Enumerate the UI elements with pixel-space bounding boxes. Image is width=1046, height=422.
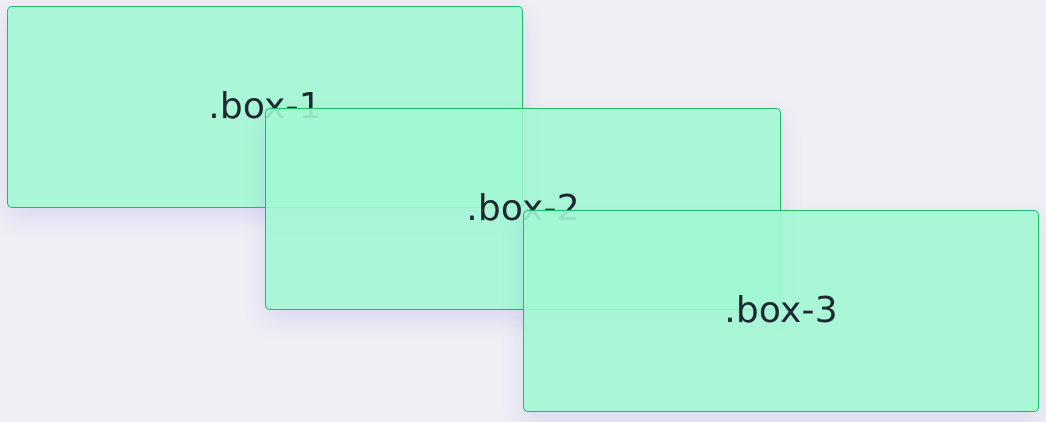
demo-stage: .box-1 .box-2 .box-3 [0, 0, 1046, 422]
box-3-label: .box-3 [724, 290, 838, 331]
box-3: .box-3 [523, 210, 1039, 412]
